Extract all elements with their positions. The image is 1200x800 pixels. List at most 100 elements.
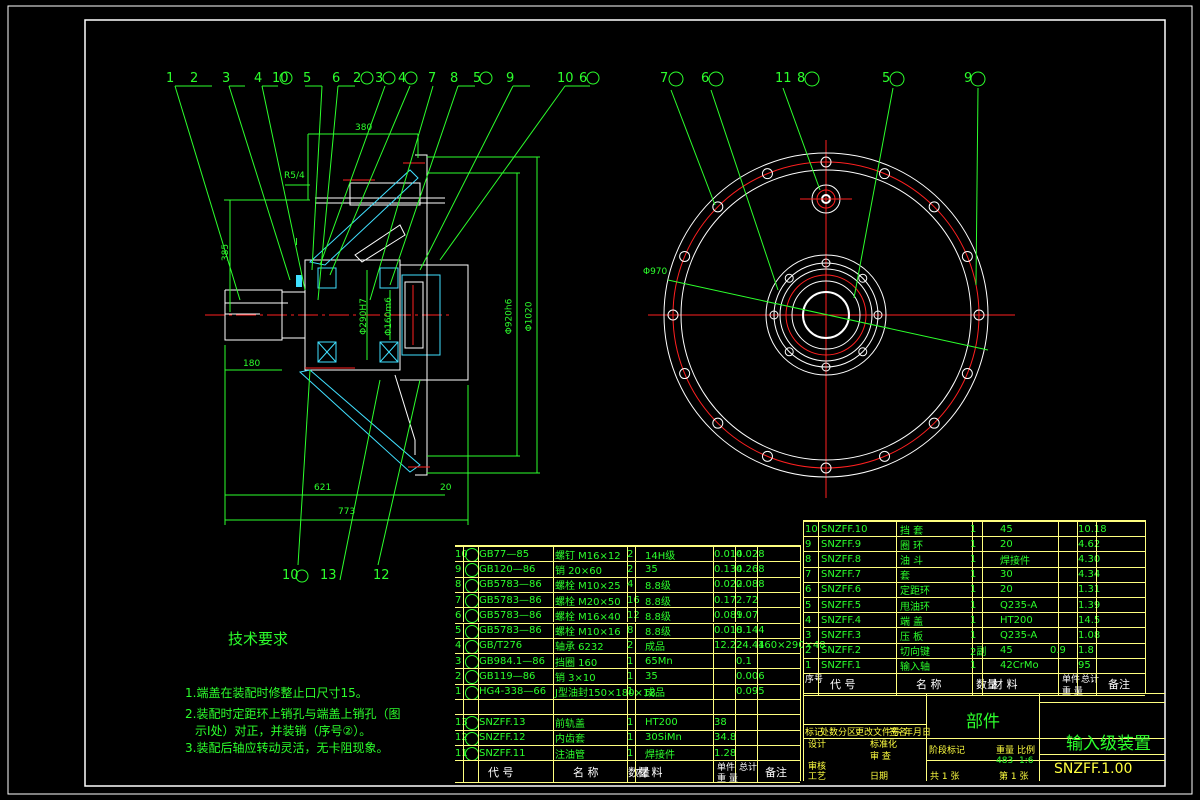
parts-row: 5 GB5783—86 螺栓 M10×16 8 8.8级 0.018 0.144 xyxy=(455,622,800,639)
cell-no: 9 xyxy=(805,538,812,550)
cell-code: SNZFF.10 xyxy=(821,523,868,535)
callout-top-4b: 4 xyxy=(398,71,407,86)
cell-unit: 0.9 xyxy=(1050,645,1066,657)
cell-qty: 1 xyxy=(970,599,977,611)
tech-requirement-2: 2.装配时定距环上销孔与端盖上销孔（图 xyxy=(185,707,401,721)
cell-qty: 1 xyxy=(970,553,977,565)
blank-row xyxy=(455,699,800,715)
cell-no: 6 xyxy=(455,609,462,621)
parts-row: 11 SNZFF.11 注油管 1 焊接件 1.28 xyxy=(455,744,800,761)
cell-name: 销 3×10 xyxy=(555,673,596,685)
label-stage: 阶段标记 xyxy=(929,746,966,756)
cell-name: 螺栓 M10×25 xyxy=(555,581,621,593)
cell-total: 0.144 xyxy=(736,625,765,637)
cell-material: 20 xyxy=(1000,538,1013,550)
header-name: 名 称 xyxy=(916,678,942,692)
callout-top-3: 3 xyxy=(222,71,231,86)
parts-row: 12 SNZFF.12 内齿套 1 30SiMn 34.8 xyxy=(455,729,800,746)
category: 部件 xyxy=(966,711,1000,732)
header-weight: 重 量 xyxy=(717,774,738,785)
cell-total: 10.18 xyxy=(1078,523,1107,535)
cell-code: SNZFF.1 xyxy=(821,660,862,672)
cell-material: 成品 xyxy=(645,688,665,700)
cell-qty: 8 xyxy=(627,625,634,637)
cell-unit: 0.17 xyxy=(714,594,737,606)
side-callout-9: 9 xyxy=(964,71,973,86)
cell-material: 8.8级 xyxy=(645,581,671,593)
cell-code: HG4-338—66 xyxy=(479,686,547,698)
cell-qty: 1 xyxy=(970,584,977,596)
label-weight: 重量 xyxy=(996,746,1015,756)
parts-row: 10 SNZFF.10 挡 套 1 45 10.18 xyxy=(804,521,1145,537)
cell-material: 8.8级 xyxy=(645,596,671,608)
cell-code: GB984.1—86 xyxy=(479,655,545,667)
callout-top-5b: 5 xyxy=(473,71,482,86)
label-standardization: 标准化 xyxy=(870,740,898,750)
cell-material: Q235-A xyxy=(1000,599,1038,611)
cell-total: 95 xyxy=(1078,660,1091,672)
dim-290: Φ290H7 xyxy=(358,298,369,335)
cell-no: 3 xyxy=(455,655,462,667)
callout-top-1: 1 xyxy=(166,71,175,86)
header-code: 代 号 xyxy=(830,678,856,692)
drawing-name: 输入级装置 xyxy=(1066,733,1151,754)
sheet-number: 第 1 张 xyxy=(999,772,1029,782)
balloon-circle xyxy=(465,731,479,746)
parts-row: 7 GB5783—86 螺栓 M20×50 16 8.8级 0.17 2.72 xyxy=(455,591,800,608)
cell-code: GB5783—86 xyxy=(479,594,542,606)
cell-no: 1 xyxy=(455,686,462,698)
callout-top-6: 6 xyxy=(332,71,341,86)
scale-value: 1:6 xyxy=(1019,755,1034,766)
cell-material: 20 xyxy=(1000,584,1013,596)
cell-qty: 1 xyxy=(627,747,634,759)
cell-code: SNZFF.13 xyxy=(479,716,526,728)
tech-requirements-title: 技术要求 xyxy=(228,630,289,648)
cell-name: 内齿套 xyxy=(555,734,585,746)
dim-20: 20 xyxy=(440,483,452,493)
cell-qty: 1 xyxy=(970,569,977,581)
header-code: 代 号 xyxy=(488,765,514,779)
balloon-circle xyxy=(465,716,479,731)
cell-total: 0.088 xyxy=(736,579,765,591)
dim-385: 385 xyxy=(221,243,232,262)
callout-top-8: 8 xyxy=(450,71,459,86)
cell-material: 30SiMn xyxy=(645,732,682,744)
dim-radius: R5/4 xyxy=(284,171,305,181)
cell-material: 8.8级 xyxy=(645,627,671,639)
cell-name: 切向键 xyxy=(900,647,930,659)
balloon-circle xyxy=(465,639,479,654)
cell-code: GB119—86 xyxy=(479,671,536,683)
parts-row: 6 GB5783—86 螺栓 M16×40 12 8.8级 0.089 1.07 xyxy=(455,607,800,624)
cell-unit: 34.8 xyxy=(714,732,737,744)
parts-row: 10 GB77—85 螺钉 M16×12 2 14H级 0.014 0.028 xyxy=(455,546,800,562)
cell-qty: 1 xyxy=(627,732,634,744)
header-material: 材 料 xyxy=(992,678,1018,692)
cell-qty: 1 xyxy=(627,686,634,698)
tech-requirement-1: 1.端盖在装配时修整止口尺寸15。 xyxy=(185,686,368,700)
cell-material: 14H级 xyxy=(645,550,676,562)
cell-no: 1 xyxy=(805,660,812,672)
cell-name: J型油封150×180×18 xyxy=(555,688,656,700)
callout-top-7: 7 xyxy=(428,71,437,86)
cell-no: 5 xyxy=(455,625,462,637)
cell-no: 4 xyxy=(455,640,462,652)
parts-list-left: 10 GB77—85 螺钉 M16×12 2 14H级 0.014 0.028 9 GB120—… xyxy=(455,545,826,785)
cell-name: 轴承 6232 xyxy=(555,642,604,654)
parts-row: 4 GB/T276 轴承 6232 2 成品 12.22 24.44 160×290×48 xyxy=(455,637,826,654)
cell-name: 甩油环 xyxy=(900,601,930,613)
side-callout-7: 7 xyxy=(660,71,669,86)
tech-requirement-3: 3.装配后轴应转动灵活，无卡阻现象。 xyxy=(185,741,389,755)
parts-row: 8 SNZFF.8 油 斗 1 焊接件 4.30 xyxy=(804,551,1145,567)
header-material: 材 料 xyxy=(637,765,663,779)
cell-material: 30 xyxy=(1000,569,1013,581)
cell-name: 挡 套 xyxy=(900,525,924,537)
cell-total: 0.028 xyxy=(736,548,765,560)
balloon-circle xyxy=(465,578,479,593)
cell-material: 35 xyxy=(645,671,658,683)
dim-380: 380 xyxy=(355,123,373,133)
dim-970: Φ970 xyxy=(643,267,668,277)
parts-row: 13 SNZFF.13 前轨盖 1 HT200 38 xyxy=(455,714,800,731)
cell-qty: 1 xyxy=(627,671,634,683)
parts-row: 6 SNZFF.6 定距环 1 20 1.31 xyxy=(804,581,1145,597)
cell-no: 7 xyxy=(455,594,462,606)
